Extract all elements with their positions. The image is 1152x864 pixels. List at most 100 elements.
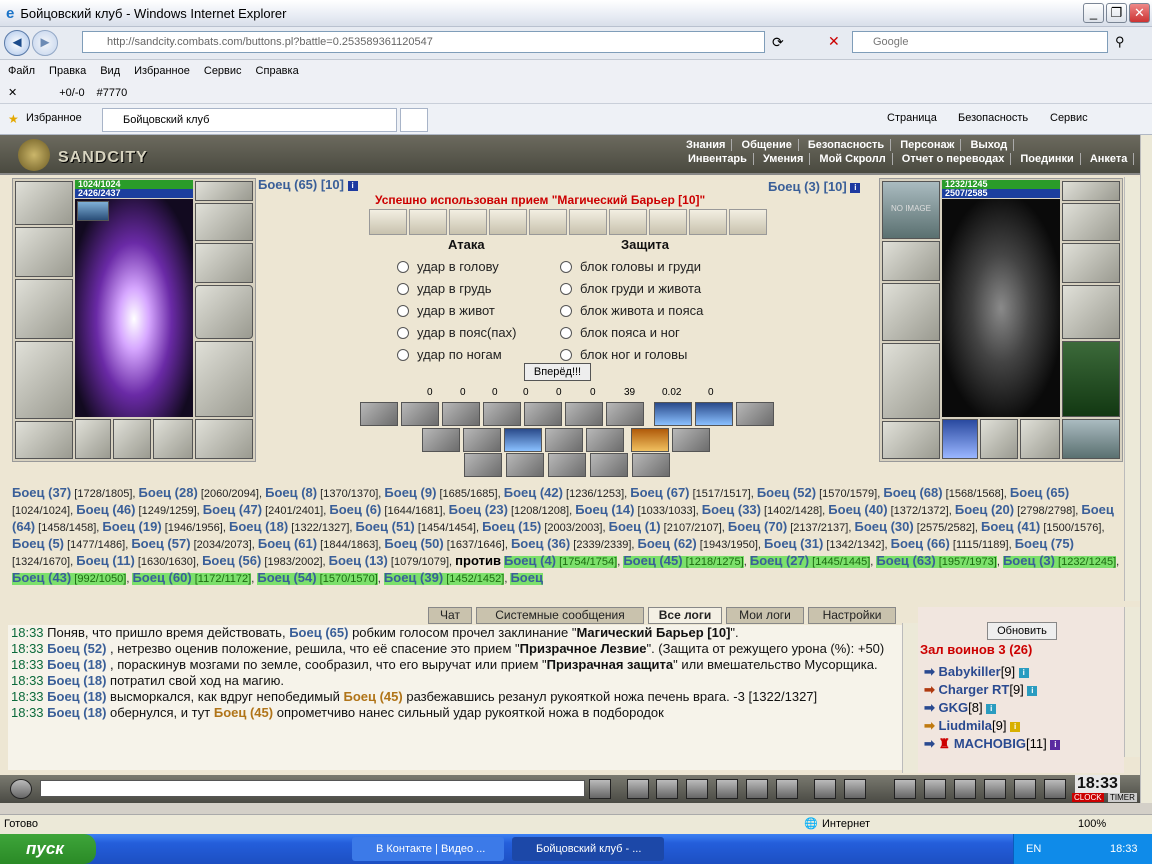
spell-icon[interactable]: [606, 402, 644, 426]
task-vkontakte[interactable]: В Контакте | Видео ...: [352, 837, 504, 861]
menu-tools[interactable]: Сервис: [204, 65, 242, 77]
right-fighter-name[interactable]: Боец (3) [10] i: [768, 179, 861, 194]
security-menu[interactable]: Безопасность: [958, 112, 1028, 124]
roster-fighter[interactable]: Боец (60) [1172/1172]: [132, 570, 252, 585]
roster-fighter-name[interactable]: Боец (31): [764, 536, 823, 551]
menu-scroll[interactable]: Мой Скролл: [813, 153, 893, 165]
left-fighter-name[interactable]: Боец (65) [10] i: [258, 177, 358, 192]
close-button[interactable]: ✕: [1129, 3, 1150, 23]
roster-fighter-name[interactable]: Боец (39): [384, 570, 443, 585]
roster-fighter-name[interactable]: Боец (75): [1015, 536, 1074, 551]
scroll-slot[interactable]: [689, 209, 727, 235]
user-entry[interactable]: ➡ Charger RT[9] i: [924, 682, 1038, 698]
roster-fighter[interactable]: Боец (8) [1370/1370]: [265, 485, 378, 500]
task-fightclub[interactable]: Бойцовский клуб - ...: [512, 837, 664, 861]
roster-fighter[interactable]: Боец (20) [2798/2798]: [955, 502, 1075, 517]
roster-fighter-name[interactable]: Боец (19): [102, 519, 161, 534]
roster-fighter[interactable]: Боец (56) [1983/2002]: [202, 553, 322, 568]
roster-fighter-name[interactable]: Боец (13): [329, 553, 388, 568]
spell-icon[interactable]: [548, 453, 586, 477]
roster-fighter-name[interactable]: Боец (30): [854, 519, 913, 534]
spell-icon[interactable]: [672, 428, 710, 452]
shield-slot[interactable]: [1062, 285, 1120, 339]
roster-fighter[interactable]: Боец (51) [1454/1454]: [356, 519, 476, 534]
roster-fighter-name[interactable]: Боец (20): [955, 502, 1014, 517]
earrings-slot[interactable]: [195, 203, 253, 241]
roster-fighter[interactable]: Боец (47) [2401/2401]: [203, 502, 323, 517]
radio-button[interactable]: [397, 261, 409, 273]
spell-icon[interactable]: [483, 402, 521, 426]
roster-fighter[interactable]: Боец (66) [1115/1189]: [891, 536, 1009, 551]
roster-fighter-name[interactable]: Боец (60): [132, 570, 191, 585]
spell-icon[interactable]: [631, 428, 669, 452]
bracers-slot[interactable]: [15, 227, 73, 277]
roster-fighter-name[interactable]: Боец (52): [757, 485, 816, 500]
spell-icon[interactable]: [360, 402, 398, 426]
roster-fighter-name[interactable]: Боец (70): [728, 519, 787, 534]
radio-button[interactable]: [397, 283, 409, 295]
roster-fighter[interactable]: Боец (9) [1685/1685]: [384, 485, 497, 500]
roster-fighter[interactable]: Боец (45) [1218/1275]: [623, 553, 744, 568]
spell-icon[interactable]: [586, 428, 624, 452]
scroll-slot[interactable]: [649, 209, 687, 235]
effect-icon[interactable]: [77, 201, 109, 221]
roster-fighter[interactable]: Боец (18) [1322/1327]: [229, 519, 349, 534]
roster-fighter-name[interactable]: Боец (42): [504, 485, 563, 500]
helmet-slot[interactable]: NO IMAGE: [882, 181, 940, 239]
menu-transfers[interactable]: Отчет о переводах: [896, 153, 1012, 165]
address-input[interactable]: http://sandcity.combats.com/buttons.pl?b…: [82, 31, 765, 53]
roster-fighter-name[interactable]: Боец (3): [1003, 553, 1055, 568]
mask-icon[interactable]: [954, 779, 976, 799]
menu-knowledge[interactable]: Знания: [680, 139, 733, 151]
scroll-slot[interactable]: [529, 209, 567, 235]
smile-icon[interactable]: [10, 779, 32, 799]
ring-slot-1[interactable]: [942, 419, 978, 459]
ring-slot-2[interactable]: [980, 419, 1018, 459]
emoji-icon[interactable]: [814, 779, 836, 799]
boots-slot[interactable]: [1062, 419, 1120, 459]
spell-icon[interactable]: [463, 428, 501, 452]
refresh-button[interactable]: Обновить: [987, 622, 1057, 640]
room-scrollbar[interactable]: [1124, 607, 1140, 757]
spell-icon[interactable]: [442, 402, 480, 426]
roster-fighter-name[interactable]: Боец (43): [12, 570, 71, 585]
spell-icon[interactable]: [401, 402, 439, 426]
roster-fighter-name[interactable]: Боец (36): [511, 536, 570, 551]
clear-icon[interactable]: [627, 779, 649, 799]
info-icon[interactable]: i: [986, 703, 997, 714]
spell-icon[interactable]: [654, 402, 692, 426]
roster-fighter-name[interactable]: Боец (54): [257, 570, 316, 585]
radio-button[interactable]: [397, 349, 409, 361]
tab-all-logs[interactable]: Все логи: [648, 607, 722, 624]
belt-slot[interactable]: [882, 421, 940, 459]
roster-fighter[interactable]: Боец (40) [1372/1372]: [828, 502, 948, 517]
new-tab-button[interactable]: [400, 108, 428, 132]
user-entry[interactable]: ➡ ♜ MACHOBIG[11] i: [924, 736, 1061, 752]
user-entry[interactable]: ➡ Liudmila[9] i: [924, 718, 1021, 734]
armor-slot[interactable]: [882, 343, 940, 419]
amulet-slot[interactable]: [1062, 181, 1120, 201]
defense-option[interactable]: блок живота и пояса: [560, 303, 703, 318]
defense-option[interactable]: блок пояса и ног: [560, 325, 680, 340]
roster-fighter-name[interactable]: Боец (14): [575, 502, 634, 517]
zoom-level[interactable]: 100%: [1078, 818, 1106, 830]
favorites-label[interactable]: Избранное: [26, 112, 82, 124]
chat-fighter[interactable]: Боец (65): [289, 625, 348, 640]
favorites-icon[interactable]: ★: [8, 112, 19, 126]
spell-icon[interactable]: [736, 402, 774, 426]
chat-fighter[interactable]: Боец (18): [47, 689, 106, 704]
menu-battles[interactable]: Поединки: [1014, 153, 1081, 165]
menu-inventory[interactable]: Инвентарь: [682, 153, 754, 165]
service-menu[interactable]: Сервис: [1050, 112, 1088, 124]
maximize-button[interactable]: ❐: [1106, 3, 1127, 23]
roster-fighter-name[interactable]: Боец (37): [12, 485, 71, 500]
spell-icon[interactable]: [524, 402, 562, 426]
tab-chat[interactable]: Чат: [428, 607, 472, 624]
shield-slot[interactable]: [195, 285, 253, 339]
roster-fighter[interactable]: Боец (57) [2034/2073]: [131, 536, 251, 551]
roster-fighter[interactable]: Боец (43) [992/1050]: [12, 570, 127, 585]
defense-option[interactable]: блок головы и груди: [560, 259, 701, 274]
roster-fighter[interactable]: Боец (31) [1342/1342]: [764, 536, 884, 551]
roster-fighter[interactable]: Боец (68) [1568/1568]: [883, 485, 1003, 500]
save-icon[interactable]: [686, 779, 708, 799]
